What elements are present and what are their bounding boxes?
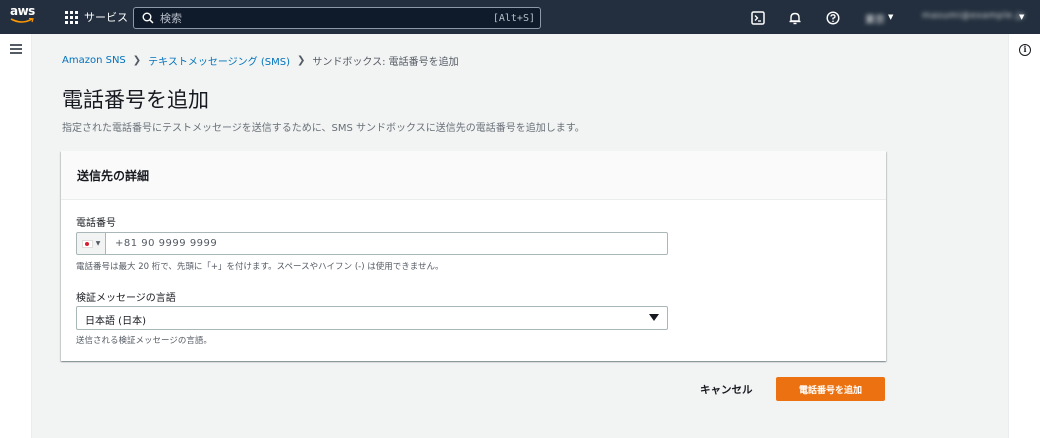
chevron-right-icon: ❯ [132, 55, 142, 66]
search-shortcut-hint: [Alt+S] [492, 12, 535, 24]
aws-logo[interactable]: aws [10, 5, 40, 29]
page-description: 指定された電話番号にテストメッセージを送信するために、SMS サンドボックスに送… [62, 123, 585, 134]
japan-flag-icon [81, 239, 93, 248]
chevron-down-icon: ▼ [95, 240, 101, 247]
container-header: 送信先の詳細 [61, 151, 886, 200]
account-caret-icon: ▼ [1019, 13, 1025, 21]
phone-number-label: 電話番号 [76, 218, 116, 229]
language-label: 検証メッセージの言語 [76, 293, 176, 304]
destination-details-container: 送信先の詳細 電話番号 ▼ 電話番号は最大 20 桁で、先頭に「+」を付けます。… [61, 151, 886, 361]
search-icon [142, 12, 154, 24]
aws-smile-icon [10, 18, 34, 23]
menu-icon[interactable] [10, 44, 22, 54]
top-navigation: aws サービス [Alt+S] 東京 ▼ masumi@example.jp … [0, 0, 1040, 34]
cloudshell-icon[interactable] [751, 10, 765, 25]
grid-icon [65, 10, 78, 24]
account-menu[interactable]: masumi@example.jp [922, 11, 1025, 21]
breadcrumb: Amazon SNS ❯ テキストメッセージング (SMS) ❯ サンドボックス… [62, 53, 459, 68]
search-input[interactable] [160, 11, 490, 25]
help-icon[interactable] [826, 10, 840, 25]
page-title: 電話番号を追加 [62, 88, 209, 112]
language-select-value: 日本語 (日本) [85, 316, 146, 327]
info-icon[interactable]: i [1019, 44, 1031, 56]
breadcrumb-amazon-sns[interactable]: Amazon SNS [62, 55, 126, 66]
side-navigation-collapsed [0, 34, 32, 438]
region-caret-icon: ▼ [888, 13, 894, 21]
add-phone-number-button[interactable]: 電話番号を追加 [776, 377, 885, 401]
tools-panel-collapsed: i [1008, 34, 1040, 438]
phone-number-input[interactable] [106, 232, 668, 255]
breadcrumb-text-messaging[interactable]: テキストメッセージング (SMS) [148, 53, 290, 68]
region-selector[interactable]: 東京 [865, 11, 885, 26]
aws-logo-text: aws [10, 4, 35, 18]
bell-icon[interactable] [788, 10, 802, 25]
search-bar[interactable]: [Alt+S] [133, 7, 541, 29]
caret-down-icon [649, 314, 659, 321]
country-code-dropdown[interactable]: ▼ [76, 232, 106, 255]
language-hint: 送信される検証メッセージの言語。 [76, 336, 212, 346]
breadcrumb-current: サンドボックス: 電話番号を追加 [312, 57, 459, 68]
services-menu-button[interactable]: サービス [65, 9, 128, 25]
language-select[interactable]: 日本語 (日本) [76, 306, 668, 330]
chevron-right-icon: ❯ [296, 55, 306, 66]
phone-number-field: ▼ [76, 232, 668, 255]
phone-number-hint: 電話番号は最大 20 桁で、先頭に「+」を付けます。スペースやハイフン (-) … [76, 262, 444, 272]
cancel-button[interactable]: キャンセル [686, 377, 767, 401]
services-label: サービス [84, 11, 128, 24]
